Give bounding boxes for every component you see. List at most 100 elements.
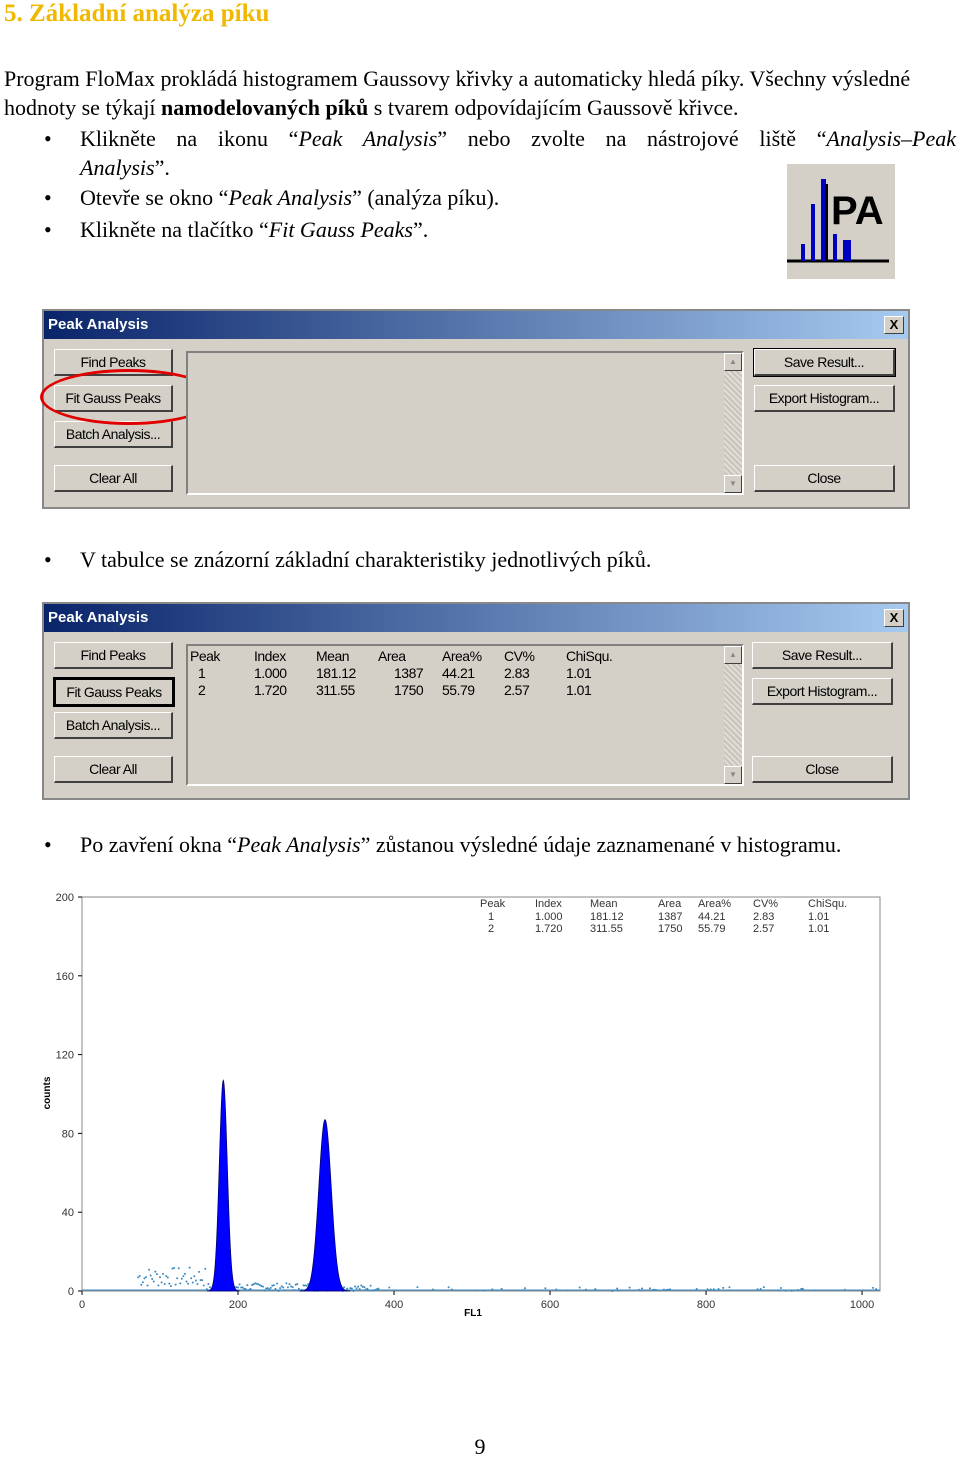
scroll-up-icon[interactable]: ▲ [724,353,742,371]
peak-analysis-dialog-results: Peak Analysis X Find Peaks Fit Gauss Peak… [42,602,910,800]
table-column: ChiSqu. 1.01 1.01 [566,648,613,699]
t: Klikněte na ikonu “ [80,126,299,151]
data-point [194,1279,197,1282]
data-point [166,1276,169,1279]
t: ” (analýza píku). [352,185,500,210]
data-point [141,1281,144,1284]
data-point [296,1282,299,1285]
table-column: Area 1387 1750 [378,648,424,699]
data-point [288,1283,291,1286]
t: Po zavření okna “ [80,832,237,857]
data-point [176,1277,179,1280]
batch-analysis-button[interactable]: Batch Analysis... [54,712,173,739]
x-tick-label: 600 [541,1299,559,1311]
fit-gauss-peaks-button[interactable]: Fit Gauss Peaks [53,677,175,707]
x-tick-label: 0 [79,1299,85,1311]
scroll-down-icon[interactable]: ▼ [724,766,742,784]
icon-text: PA [831,189,884,233]
t: ” zůstanou výsledné údaje zaznamenané v … [360,832,842,857]
save-result-button[interactable]: Save Result... [752,642,893,669]
data-point [355,1287,358,1290]
data-point [185,1280,188,1283]
data-point [360,1284,363,1287]
data-point [148,1268,151,1271]
data-point [801,1287,804,1290]
table-cell: 1.01 [566,682,592,698]
scrollbar[interactable]: ▲ ▼ [724,646,742,784]
export-histogram-button[interactable]: Export Histogram... [754,385,895,412]
chart-table-cell: 1 [488,911,494,923]
table-cell: 311.55 [316,682,355,698]
data-point [388,1286,391,1289]
data-point [241,1286,244,1289]
intro-paragraph: Program FloMax prokládá histogramem Gaus… [4,64,956,122]
t: ” nebo zvolte na nástrojové liště “ [437,126,827,151]
data-point [174,1283,177,1286]
data-point [152,1280,155,1283]
data-point [187,1282,190,1285]
data-point [269,1286,272,1289]
close-icon[interactable]: X [884,609,904,627]
table-column: Area% 44.21 55.79 [442,648,482,699]
data-point [357,1285,360,1288]
close-button[interactable]: Close [754,465,895,492]
data-point [183,1272,186,1275]
chart-table-cell: 1.000 [535,911,563,923]
t: ”. [154,155,170,180]
chart-table-cell: 44.21 [698,911,726,923]
data-point [377,1287,380,1290]
chart-table-cell: 1.01 [808,923,829,935]
scrollbar[interactable]: ▲ ▼ [724,353,742,493]
data-point [544,1287,547,1290]
data-point [179,1282,182,1285]
y-tick-label: 200 [56,892,74,904]
data-point [762,1286,765,1289]
data-point [285,1282,288,1285]
chart-table-header: ChiSqu. [808,898,847,910]
t: ”. [412,217,429,242]
save-result-button[interactable]: Save Result... [753,348,896,377]
close-button[interactable]: Close [752,756,893,783]
data-point [641,1287,644,1290]
scroll-down-icon[interactable]: ▼ [724,475,742,493]
batch-analysis-button[interactable]: Batch Analysis... [54,421,173,448]
y-axis-label: counts [42,1076,53,1109]
data-point [180,1277,183,1280]
peak-analysis-dialog-empty: Peak Analysis X Find Peaks Fit Gauss Peak… [40,309,910,509]
column-header: Area% [442,648,482,664]
chart-table-header: CV% [753,898,778,910]
data-point [524,1287,527,1290]
scroll-up-icon[interactable]: ▲ [724,646,742,664]
find-peaks-button[interactable]: Find Peaks [54,642,173,669]
export-histogram-button[interactable]: Export Histogram... [752,678,893,705]
y-tick-label: 160 [56,971,74,983]
table-cell: 44.21 [442,665,475,681]
t: Peak Analysis [237,832,361,857]
data-point [177,1267,180,1270]
close-icon[interactable]: X [884,316,904,334]
data-point [346,1287,349,1290]
chart-table-cell: 1.01 [808,911,829,923]
x-tick-label: 800 [697,1299,715,1311]
x-tick-label: 200 [229,1299,247,1311]
chart-table-header: Area [658,898,682,910]
chart-table-cell: 2 [488,923,494,935]
t: Fit Gauss Peaks [268,217,413,242]
chart-table-cell: 1.720 [535,923,563,935]
table-cell: 1 [198,665,206,681]
data-point [363,1286,366,1289]
table-cell: 2 [198,682,206,698]
data-point [648,1287,651,1290]
table-cell: 2.57 [504,682,530,698]
data-point [157,1284,160,1287]
clear-all-button[interactable]: Clear All [54,756,173,783]
data-point [305,1284,308,1287]
data-point [628,1286,631,1289]
clear-all-button[interactable]: Clear All [54,465,173,492]
table-column: CV% 2.83 2.57 [504,648,535,699]
data-point [165,1275,168,1278]
y-tick-label: 120 [56,1050,74,1062]
data-point [182,1275,185,1278]
data-point [728,1286,731,1289]
t: Klikněte na tlačítko “ [80,217,269,242]
